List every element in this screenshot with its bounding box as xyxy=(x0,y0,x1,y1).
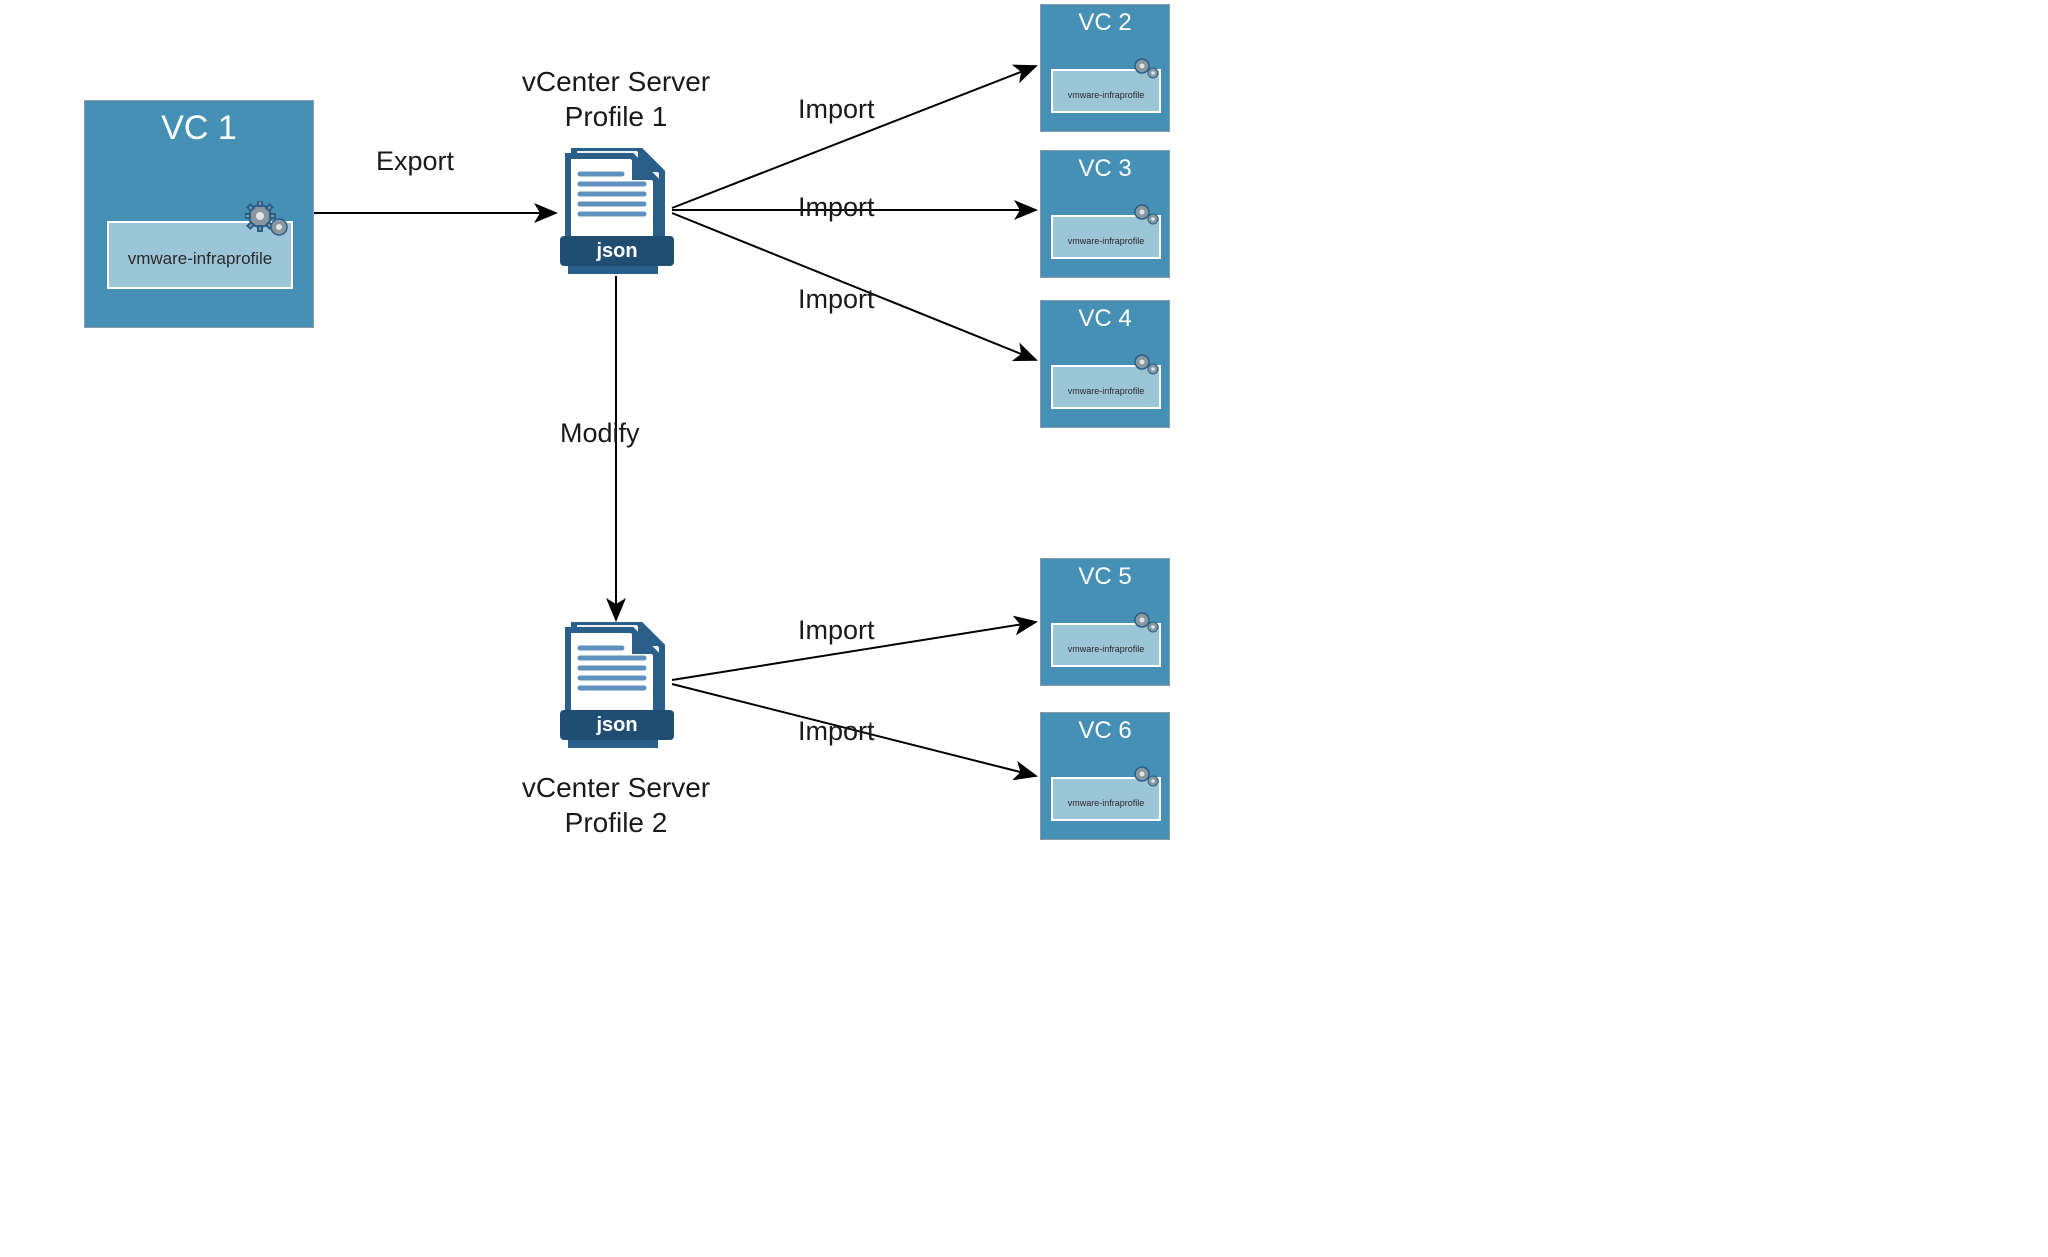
profile2-label-text: vCenter ServerProfile 2 xyxy=(522,772,710,838)
vc2-box: VC 2 vmware-infraprofile xyxy=(1040,4,1170,132)
edge-export-label: Export xyxy=(376,146,454,177)
svg-text:json: json xyxy=(595,240,637,262)
profile1-label-text: vCenter ServerProfile 1 xyxy=(522,66,710,132)
edge-import5-label: Import xyxy=(798,716,875,747)
gears-icon xyxy=(245,201,293,243)
profile1-file-icon: json xyxy=(560,148,674,270)
profile2-label: vCenter ServerProfile 2 xyxy=(506,770,726,840)
edge-modify-label: Modify xyxy=(560,418,640,449)
gears-icon xyxy=(1133,353,1161,377)
edge-import4-label: Import xyxy=(798,615,875,646)
vc4-inner-box: vmware-infraprofile xyxy=(1051,365,1161,409)
gears-icon xyxy=(1133,765,1161,789)
edge-import3-label: Import xyxy=(798,284,875,315)
vc3-title: VC 3 xyxy=(1041,155,1169,183)
profile2-file-icon: json xyxy=(560,622,674,744)
vc2-inner-box: vmware-infraprofile xyxy=(1051,69,1161,113)
vc5-inner-box: vmware-infraprofile xyxy=(1051,623,1161,667)
profile1-label: vCenter ServerProfile 1 xyxy=(506,64,726,134)
gears-icon xyxy=(1133,611,1161,635)
vc5-title: VC 5 xyxy=(1041,563,1169,591)
vc6-inner-box: vmware-infraprofile xyxy=(1051,777,1161,821)
vc6-box: VC 6 vmware-infraprofile xyxy=(1040,712,1170,840)
vc5-box: VC 5 vmware-infraprofile xyxy=(1040,558,1170,686)
svg-text:json: json xyxy=(595,714,637,736)
gears-icon xyxy=(1133,203,1161,227)
edge-import1-label: Import xyxy=(798,94,875,125)
vc4-box: VC 4 vmware-infraprofile xyxy=(1040,300,1170,428)
vc4-title: VC 4 xyxy=(1041,305,1169,333)
vc1-box: VC 1 xyxy=(84,100,314,328)
vc6-title: VC 6 xyxy=(1041,717,1169,745)
edge-import2-label: Import xyxy=(798,192,875,223)
vc3-inner-box: vmware-infraprofile xyxy=(1051,215,1161,259)
diagram-canvas: VC 1 xyxy=(0,0,2048,1257)
vc1-title: VC 1 xyxy=(85,109,313,148)
gears-icon xyxy=(1133,57,1161,81)
vc1-inner-box: vmware-infraprofile xyxy=(107,221,293,289)
vc3-box: VC 3 vmware-infraprofile xyxy=(1040,150,1170,278)
vc2-title: VC 2 xyxy=(1041,9,1169,37)
